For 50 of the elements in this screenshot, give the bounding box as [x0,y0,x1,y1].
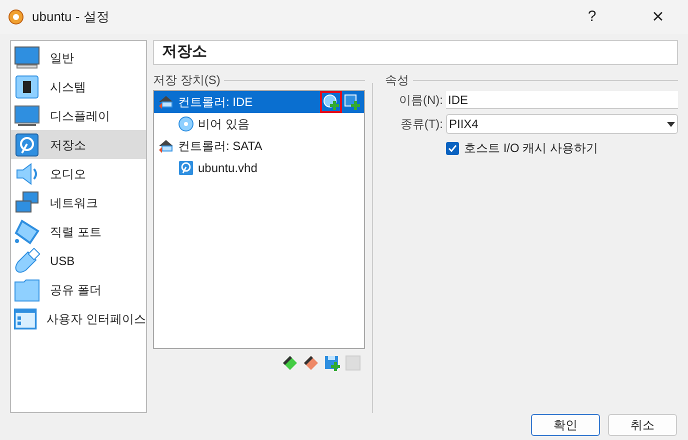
window-icon [14,306,37,332]
chip-icon [14,74,40,100]
close-button[interactable]: × [636,2,680,32]
checkbox[interactable] [446,142,459,154]
page-title: 저장소 [153,40,678,65]
tree-item[interactable]: 컨트롤러: SATA [154,135,364,157]
help-button[interactable]: ? [572,6,612,28]
section-label: 속성 [385,72,409,89]
sidebar-item[interactable]: 저장소 [11,130,146,159]
caret-icon [667,122,675,126]
sidebar-item[interactable]: 오디오 [11,159,146,188]
gear-icon [8,9,24,25]
remove-controller-icon[interactable] [303,355,319,371]
controller-icon [158,94,174,110]
display-icon [14,102,40,128]
monitor-icon [14,44,40,70]
sidebar-item[interactable]: 디스플레이 [11,101,146,130]
tree-item[interactable]: 컨트롤러: IDE [154,91,364,113]
sidebar-item[interactable]: USB [11,246,146,275]
sidebar-item[interactable]: 공유 폴더 [11,275,146,304]
dialog-button[interactable]: 취소 [608,414,677,436]
name-field[interactable]: IDE [446,91,678,109]
usb-icon [14,248,40,274]
controller-icon [158,138,174,154]
remove-attachment-icon [345,355,361,371]
sidebar-item[interactable]: 네트워크 [11,188,146,217]
field-label: 종류(T): [399,116,443,133]
network-icon [14,190,40,216]
sidebar-item[interactable]: 시스템 [11,72,146,101]
sidebar-item[interactable]: 직렬 포트 [11,217,146,246]
disc-icon [178,116,194,132]
add-attachment-icon[interactable] [324,355,340,371]
checkbox-label: 호스트 I/O 캐시 사용하기 [464,140,598,157]
window-title: ubuntu - 설정 [32,8,110,26]
folder-icon [14,276,40,302]
dialog-button[interactable]: 확인 [531,414,600,436]
sidebar-item[interactable]: 일반 [11,43,146,72]
tree-item[interactable]: 비어 있음 [154,113,364,135]
add-optical-drive-button[interactable] [320,91,342,113]
disk-add-icon[interactable] [344,94,360,110]
check-icon [448,144,457,152]
speaker-icon [14,160,40,186]
field-label: 이름(N): [398,92,443,109]
serial-port-icon [14,218,40,244]
section-label: 저장 장치(S) [153,72,220,89]
disc-add-icon [323,94,339,110]
type-dropdown[interactable]: PIIX4 [446,114,678,134]
tree-item[interactable]: ubuntu.vhd [154,157,364,179]
add-controller-icon[interactable] [282,355,298,371]
sidebar-item[interactable]: 사용자 인터페이스 [11,304,146,333]
